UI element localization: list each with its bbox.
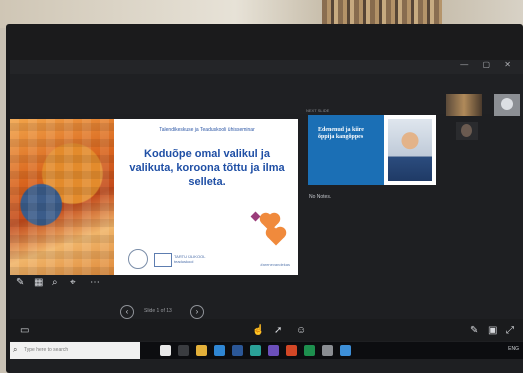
slide-hashtag: #arenevandekas (260, 262, 290, 267)
excel-icon[interactable] (304, 345, 315, 356)
next-slide-photo (388, 119, 432, 181)
magnifier-icon[interactable]: ⌕ (52, 277, 58, 288)
next-slide-preview[interactable]: Edenenud ja kiire õppija kangõppes (308, 115, 436, 185)
pointer-tool-icon[interactable]: ➚ (274, 325, 282, 336)
slide-headline: Koduõpe omal valikul ja valikuta, koroon… (129, 148, 285, 188)
slide-mosaic-image (10, 119, 114, 275)
chat-icon[interactable]: ▭ (20, 325, 29, 336)
search-icon: ⌕ (13, 345, 18, 354)
taskbar-search[interactable]: ⌕ Type here to search (10, 342, 140, 359)
presenter-view-screen: — ▢ ✕ Talendikeskuse ja Teaduskooli ühis… (10, 60, 523, 373)
slide-counter: Slide 1 of 13 (144, 308, 172, 314)
file-explorer-icon[interactable] (196, 345, 207, 356)
participant-video-3[interactable] (456, 122, 478, 140)
slide-subtitle: Talendikeskuse ja Teaduskooli ühissemina… (159, 127, 255, 133)
participant-video-2[interactable] (494, 94, 520, 116)
pen-icon[interactable]: ✎ (16, 277, 24, 288)
system-tray[interactable]: ENG (508, 346, 519, 352)
slide-tools: ✎ ▦ ⌕ ⌖ ⋯ (14, 277, 114, 291)
chrome-icon[interactable] (322, 345, 333, 356)
windows-taskbar: ⌕ Type here to search ENG (10, 342, 523, 359)
pen-tool-icon[interactable]: ✎ (470, 325, 478, 336)
grid-icon[interactable]: ▦ (34, 277, 43, 288)
current-slide[interactable]: Talendikeskuse ja Teaduskooli ühissemina… (10, 119, 298, 275)
mail-icon[interactable] (214, 345, 225, 356)
next-slide-title: Edenenud ja kiire õppija kangõppes (318, 127, 364, 140)
meeting-controls-bar: ▭ ☝ ➚ ☺ ✎ ▣ ⤢ (10, 319, 523, 341)
next-slide-header: NEXT SLIDE (306, 108, 330, 113)
more-icon[interactable]: ⋯ (90, 277, 100, 288)
slide-navigation: ‹ Slide 1 of 13 › (120, 305, 210, 319)
edge-icon[interactable] (250, 345, 261, 356)
university-logo-text: TARTU ÜLIKOOL teaduskool (174, 254, 206, 264)
participant-face (461, 124, 472, 137)
title-bar: — ▢ ✕ (10, 60, 523, 74)
participant-video-1[interactable] (446, 94, 482, 116)
window-controls[interactable]: — ▢ ✕ (460, 60, 517, 69)
task-view-icon[interactable] (178, 345, 189, 356)
fullscreen-icon[interactable]: ⤢ (506, 325, 514, 336)
avatar (501, 98, 513, 110)
prev-slide-button[interactable]: ‹ (120, 305, 134, 319)
reactions-icon[interactable]: ☺ (296, 325, 306, 336)
pointer-icon[interactable]: ⌖ (70, 277, 76, 288)
subtitles-icon[interactable]: ▣ (488, 325, 497, 336)
raise-hand-icon[interactable]: ☝ (252, 325, 264, 336)
skype-icon[interactable] (340, 345, 351, 356)
participant-videos (446, 94, 523, 142)
start-icon[interactable] (160, 345, 171, 356)
word-icon[interactable] (232, 345, 243, 356)
talent-center-logo (128, 249, 148, 269)
next-slide-button[interactable]: › (190, 305, 204, 319)
bookshelf-background (322, 0, 442, 26)
teams-icon[interactable] (268, 345, 279, 356)
powerpoint-icon[interactable] (286, 345, 297, 356)
hearts-graphic (250, 209, 290, 249)
university-logo (154, 253, 172, 267)
next-slide-panel: Edenenud ja kiire õppija kangõppes (308, 115, 384, 185)
search-input[interactable]: Type here to search (24, 347, 68, 353)
speaker-notes[interactable]: No Notes. (309, 194, 331, 200)
slide-logos: TARTU ÜLIKOOL teaduskool (128, 249, 228, 269)
